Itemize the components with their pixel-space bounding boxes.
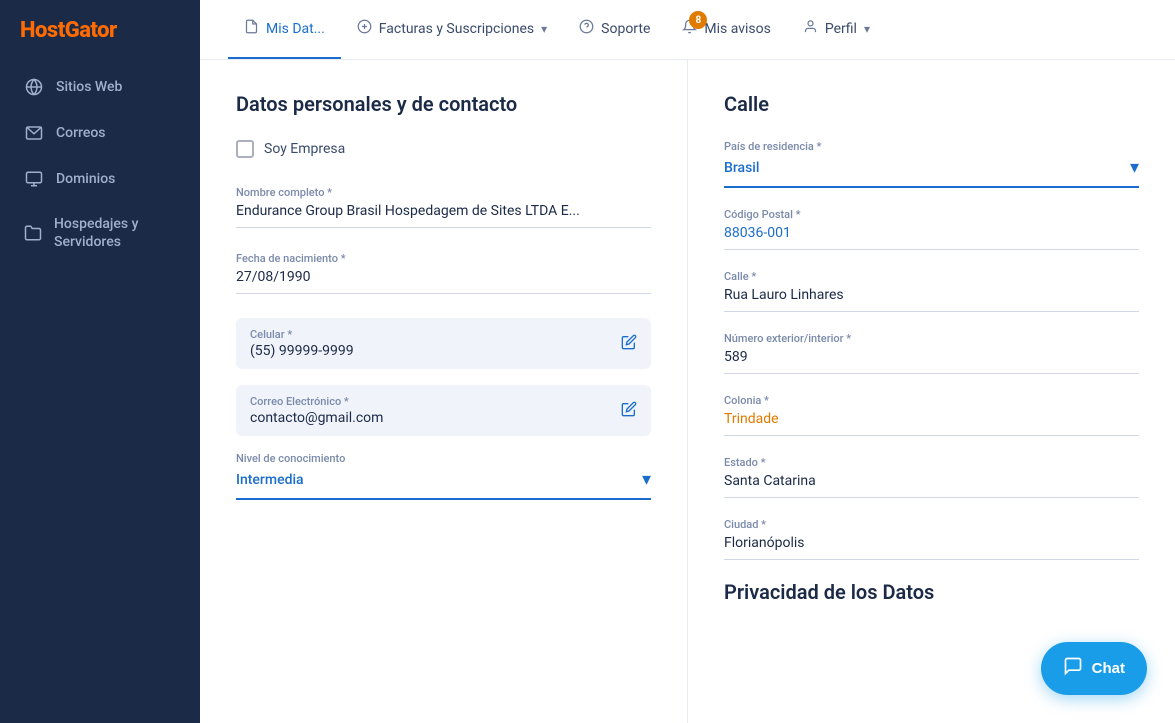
estado-field: Estado * Santa Catarina	[724, 456, 1139, 498]
correo-edit-icon[interactable]	[621, 401, 637, 421]
correo-value: contacto@gmail.com	[250, 410, 611, 426]
left-panel: Datos personales y de contacto Soy Empre…	[200, 60, 688, 723]
sidebar: HostGator Sitios Web Correos Dominios Ho…	[0, 0, 200, 723]
celular-label: Celular *	[250, 328, 611, 341]
country-select[interactable]: Brasil ▾	[724, 157, 1139, 188]
topnav-mis-avisos-label: Mis avisos	[704, 21, 770, 37]
codigo-postal-value: 88036-001	[724, 225, 1139, 250]
sidebar-item-label-hospedajes: Hospedajes y Servidores	[54, 215, 176, 251]
nivel-field: Nivel de conocimiento Intermedia ▾	[236, 452, 651, 500]
topnav-mis-avisos[interactable]: 8 Mis avisos	[666, 0, 786, 59]
logo-host: Host	[20, 18, 65, 43]
fecha-label: Fecha de nacimiento *	[236, 252, 651, 265]
topnav-perfil-label: Perfil	[825, 21, 857, 37]
user-icon	[803, 19, 818, 38]
sidebar-item-label-sitios-web: Sitios Web	[56, 79, 122, 95]
folder-icon	[24, 223, 42, 243]
country-label: País de residencia *	[724, 140, 1139, 153]
topnav: Mis Dat... Facturas y Suscripciones ▾ So…	[200, 0, 1175, 60]
perfil-chevron-icon: ▾	[864, 22, 870, 36]
correo-inner: Correo Electrónico * contacto@gmail.com	[250, 395, 611, 426]
country-chevron-icon: ▾	[1130, 157, 1139, 178]
celular-edit-icon[interactable]	[621, 334, 637, 354]
ciudad-field: Ciudad * Florianópolis	[724, 518, 1139, 560]
ciudad-label: Ciudad *	[724, 518, 1139, 531]
correo-label: Correo Electrónico *	[250, 395, 611, 408]
mail-icon	[24, 123, 44, 143]
sidebar-item-sitios-web[interactable]: Sitios Web	[10, 65, 190, 109]
correo-field: Correo Electrónico * contacto@gmail.com	[236, 385, 651, 436]
nombre-value: Endurance Group Brasil Hospedagem de Sit…	[236, 203, 651, 228]
topnav-facturas-label: Facturas y Suscripciones	[379, 21, 534, 37]
monitor-icon	[24, 169, 44, 189]
colonia-value: Trindade	[724, 411, 1139, 436]
fecha-field: Fecha de nacimiento * 27/08/1990	[236, 252, 651, 294]
sidebar-item-correos[interactable]: Correos	[10, 111, 190, 155]
topnav-soporte-label: Soporte	[601, 21, 650, 37]
facturas-chevron-icon: ▾	[541, 22, 547, 36]
topnav-facturas[interactable]: Facturas y Suscripciones ▾	[341, 0, 563, 59]
bell-container: 8	[682, 19, 697, 38]
topnav-soporte[interactable]: Soporte	[563, 0, 666, 59]
sidebar-item-label-correos: Correos	[56, 125, 106, 141]
celular-inner: Celular * (55) 99999-9999	[250, 328, 611, 359]
content-area: Datos personales y de contacto Soy Empre…	[200, 60, 1175, 723]
question-icon	[579, 19, 594, 38]
country-field: País de residencia * Brasil ▾	[724, 140, 1139, 188]
celular-value: (55) 99999-9999	[250, 343, 611, 359]
colonia-label: Colonia *	[724, 394, 1139, 407]
privacy-title: Privacidad de los Datos	[724, 580, 1139, 604]
sidebar-item-label-dominios: Dominios	[56, 171, 115, 187]
logo: HostGator	[0, 0, 200, 65]
codigo-postal-label: Código Postal *	[724, 208, 1139, 221]
fecha-value: 27/08/1990	[236, 269, 651, 294]
numero-field: Número exterior/interior * 589	[724, 332, 1139, 374]
right-panel: Calle País de residencia * Brasil ▾ Códi…	[688, 60, 1175, 723]
doc-icon	[244, 19, 259, 38]
calle-label: Calle *	[724, 270, 1139, 283]
calle-field: Calle * Rua Lauro Linhares	[724, 270, 1139, 312]
sidebar-item-hospedajes[interactable]: Hospedajes y Servidores	[10, 203, 190, 263]
nivel-value: Intermedia	[236, 472, 304, 488]
celular-field: Celular * (55) 99999-9999	[236, 318, 651, 369]
dollar-icon	[357, 19, 372, 38]
numero-label: Número exterior/interior *	[724, 332, 1139, 345]
calle-value: Rua Lauro Linhares	[724, 287, 1139, 312]
globe-icon	[24, 77, 44, 97]
logo-gator: Gator	[65, 18, 117, 43]
estado-label: Estado *	[724, 456, 1139, 469]
empresa-label: Soy Empresa	[264, 141, 345, 157]
topnav-mis-datos[interactable]: Mis Dat...	[228, 0, 341, 59]
ciudad-value: Florianópolis	[724, 535, 1139, 560]
empresa-checkbox[interactable]	[236, 140, 254, 158]
address-title: Calle	[724, 92, 1139, 116]
chat-button[interactable]: Chat	[1041, 642, 1147, 695]
topnav-mis-datos-label: Mis Dat...	[266, 21, 325, 37]
codigo-postal-field: Código Postal * 88036-001	[724, 208, 1139, 250]
colonia-field: Colonia * Trindade	[724, 394, 1139, 436]
nombre-field: Nombre completo * Endurance Group Brasil…	[236, 186, 651, 228]
numero-value: 589	[724, 349, 1139, 374]
personal-data-title: Datos personales y de contacto	[236, 92, 651, 116]
country-value: Brasil	[724, 160, 759, 176]
nivel-label: Nivel de conocimiento	[236, 452, 651, 465]
nivel-chevron-icon: ▾	[642, 469, 651, 490]
sidebar-item-dominios[interactable]: Dominios	[10, 157, 190, 201]
chat-label: Chat	[1092, 660, 1125, 677]
nombre-label: Nombre completo *	[236, 186, 651, 199]
nivel-dropdown[interactable]: Intermedia ▾	[236, 469, 651, 500]
chat-icon	[1063, 656, 1083, 681]
empresa-checkbox-row[interactable]: Soy Empresa	[236, 140, 651, 158]
topnav-perfil[interactable]: Perfil ▾	[787, 0, 886, 59]
main-area: Mis Dat... Facturas y Suscripciones ▾ So…	[200, 0, 1175, 723]
sidebar-nav: Sitios Web Correos Dominios Hospedajes y…	[0, 65, 200, 263]
estado-value: Santa Catarina	[724, 473, 1139, 498]
